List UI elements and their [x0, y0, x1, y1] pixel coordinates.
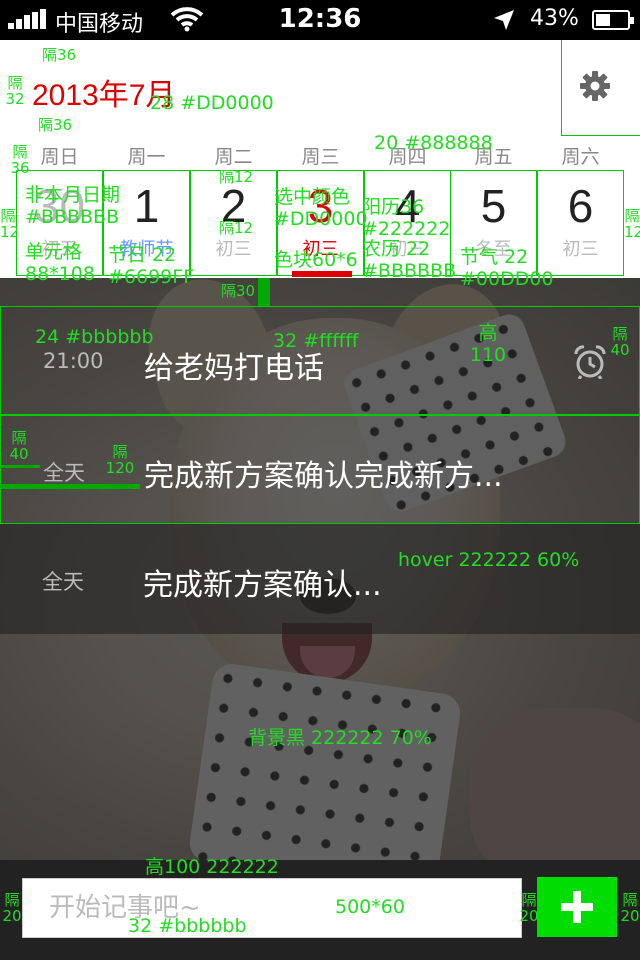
annotation: 隔 32	[5, 74, 25, 108]
new-note-input[interactable]: 开始记事吧~	[22, 878, 522, 938]
annotation: 隔12	[219, 168, 254, 186]
annotation: 节气 22 #00DD00	[460, 246, 554, 290]
event-row[interactable]: 全天 完成新方案确认完成新方...	[0, 414, 640, 524]
annotation: 非本月日期 #BBBBBB	[25, 184, 121, 228]
event-title: 完成新方案确认...	[143, 568, 382, 603]
annotation: 24 #bbbbbb	[35, 326, 154, 348]
alarm-clock-icon[interactable]	[574, 345, 606, 379]
bottom-bar: 开始记事吧~	[0, 860, 640, 960]
annotation: 隔 12	[0, 207, 20, 241]
status-bar: 中国移动 12:36 43%	[0, 0, 640, 40]
location-arrow-icon	[494, 10, 514, 30]
day-number: 5	[480, 180, 507, 232]
annotation: 节日 22 #6699FF	[108, 244, 195, 288]
annotation: 隔 36	[10, 143, 30, 177]
settings-button[interactable]	[561, 40, 640, 136]
annotation: 隔36	[38, 116, 73, 134]
weekday-row: 周日 周一 周二 周三 周四 周五 周六	[16, 136, 624, 170]
annotation: 高100 222222	[145, 856, 279, 878]
annotation: 背景黑 222222 70%	[248, 727, 432, 749]
weekday-label: 周一	[127, 146, 166, 168]
event-time: 21:00	[43, 349, 104, 373]
event-time: 全天	[43, 461, 85, 485]
weekday-label: 周三	[301, 146, 340, 168]
battery-icon	[592, 10, 634, 30]
event-title: 完成新方案确认完成新方...	[144, 459, 503, 494]
event-time: 全天	[42, 570, 84, 594]
annotation: 单元格 88*108	[25, 241, 95, 285]
annotation: 20 #888888	[374, 132, 493, 154]
event-row[interactable]: 21:00 给老妈打电话	[0, 306, 640, 416]
weekday-label: 周六	[561, 146, 600, 168]
annotation: 选中颜色 #DD0000	[274, 186, 368, 230]
annotation: 农历 22 #BBBBBB	[362, 238, 457, 282]
annotation: 32 #bbbbbb	[128, 915, 247, 937]
annotation: 500*60	[335, 896, 405, 918]
gear-icon	[580, 71, 610, 101]
annotation: hover 222222 60%	[398, 549, 580, 571]
annotation: 隔 20	[2, 891, 22, 925]
annotation: 隔 12	[624, 207, 640, 241]
add-button[interactable]	[537, 877, 617, 937]
battery-percent: 43%	[530, 6, 579, 31]
annotation: 隔12	[219, 219, 254, 237]
annotation: 隔 120	[105, 443, 135, 477]
annotation: 隔36	[42, 46, 77, 64]
annotation: 28 #DD0000	[150, 92, 274, 114]
annotation: 隔 20	[620, 891, 640, 925]
annotation: 隔30	[221, 282, 256, 300]
annotation: 32 #ffffff	[273, 330, 359, 352]
selected-indicator	[292, 271, 352, 277]
annotation: 阳历36 #222222	[362, 196, 451, 240]
timeline-marker	[258, 278, 270, 306]
annotation: 隔 40	[9, 429, 29, 463]
day-number: 6	[567, 180, 594, 232]
plus-icon	[561, 891, 593, 923]
annotation: 色块60*6	[274, 249, 358, 271]
calendar-header: 2013年7月	[0, 40, 640, 136]
annotation: 隔 40	[610, 325, 630, 359]
weekday-label: 周二	[214, 146, 253, 168]
event-row-hover[interactable]: 全天 完成新方案确认...	[0, 524, 640, 634]
annotation: 高 110	[469, 322, 507, 366]
annotation: 隔 20	[519, 891, 539, 925]
